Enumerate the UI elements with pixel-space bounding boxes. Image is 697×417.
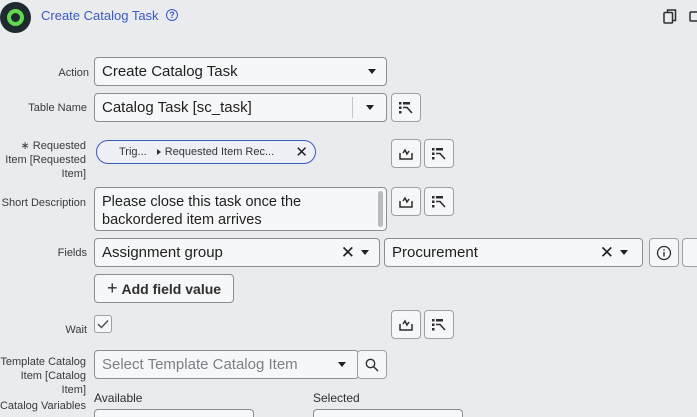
field-name-value: Assignment group xyxy=(102,244,223,261)
checkmark-icon xyxy=(97,320,109,329)
close-icon[interactable]: ✕ xyxy=(295,145,308,160)
clear-icon[interactable]: ✕ xyxy=(600,244,614,261)
fields-label: Fields xyxy=(57,247,87,259)
short-description-label: Short Description xyxy=(1,197,86,209)
requested-item-pill-button[interactable] xyxy=(391,139,421,168)
short-description-pill-button[interactable] xyxy=(391,187,421,216)
chevron-down-icon xyxy=(620,250,628,255)
available-heading: Available xyxy=(94,391,143,405)
template-catalog-item-select[interactable]: Select Template Catalog Item xyxy=(94,350,359,379)
short-description-textarea[interactable]: Please close this task once the backorde… xyxy=(94,187,387,231)
data-pill-picker-icon xyxy=(399,101,413,114)
action-select[interactable]: Create Catalog Task xyxy=(94,57,387,86)
data-pill-icon xyxy=(399,319,413,331)
template-catalog-item-search-button[interactable] xyxy=(357,350,387,379)
wait-pill-button[interactable] xyxy=(391,310,421,339)
app-logo xyxy=(0,2,31,33)
action-value: Create Catalog Task xyxy=(102,63,238,80)
catalog-variables-label: Catalog Variables xyxy=(0,400,86,412)
clear-icon[interactable]: ✕ xyxy=(341,244,355,261)
action-label: Action xyxy=(58,67,89,79)
field-info-button[interactable] xyxy=(649,238,679,267)
table-name-picker-button[interactable] xyxy=(391,93,421,122)
info-icon xyxy=(656,245,672,260)
chevron-down-icon xyxy=(338,362,346,367)
data-pill-picker-icon xyxy=(432,318,446,331)
table-name-label: Table Name xyxy=(28,102,87,114)
chevron-down-icon xyxy=(365,105,374,110)
data-pill-picker-icon xyxy=(432,195,446,208)
short-description-picker-button[interactable] xyxy=(424,187,454,216)
field-pill-button[interactable] xyxy=(682,238,697,267)
chevron-right-icon xyxy=(156,149,161,155)
field-name-select[interactable]: Assignment group ✕ xyxy=(94,238,380,267)
template-catalog-item-label: Template Catalog Item [Catalog Item] xyxy=(0,356,86,396)
requested-item-data-pill[interactable]: Trig... Requested Item Rec... ✕ xyxy=(96,140,316,164)
pill-record-text: Requested Item Rec... xyxy=(164,146,275,158)
pill-trigger-text: Trig... xyxy=(119,146,147,158)
more-icon[interactable] xyxy=(689,9,697,24)
selected-list[interactable] xyxy=(313,409,463,417)
plus-icon: + xyxy=(106,278,118,298)
chevron-down-icon xyxy=(361,250,369,255)
wait-picker-button[interactable] xyxy=(424,310,454,339)
copy-icon[interactable] xyxy=(663,9,677,24)
wait-checkbox[interactable] xyxy=(94,315,112,333)
selected-heading: Selected xyxy=(313,391,360,405)
wait-label: Wait xyxy=(65,324,87,336)
help-icon[interactable]: ? xyxy=(166,9,178,21)
table-name-value: Catalog Task [sc_task] xyxy=(102,99,252,116)
scrollbar[interactable] xyxy=(378,191,383,227)
data-pill-icon xyxy=(399,196,413,208)
field-value-value: Procurement xyxy=(392,244,478,261)
template-catalog-item-placeholder: Select Template Catalog Item xyxy=(102,356,298,373)
search-icon xyxy=(365,358,379,372)
data-pill-icon xyxy=(399,148,413,160)
available-list[interactable] xyxy=(94,409,254,417)
data-pill-picker-icon xyxy=(432,147,446,160)
requested-item-label: ∗ Requested Item [Requested Item] xyxy=(5,140,86,180)
table-name-select[interactable]: Catalog Task [sc_task] xyxy=(94,93,387,122)
chevron-down-icon xyxy=(368,69,376,74)
add-field-value-button[interactable]: + Add field value xyxy=(94,274,234,303)
requested-item-picker-button[interactable] xyxy=(424,139,454,168)
field-value-select[interactable]: Procurement ✕ xyxy=(384,238,643,267)
page-title: Create Catalog Task xyxy=(41,8,159,23)
